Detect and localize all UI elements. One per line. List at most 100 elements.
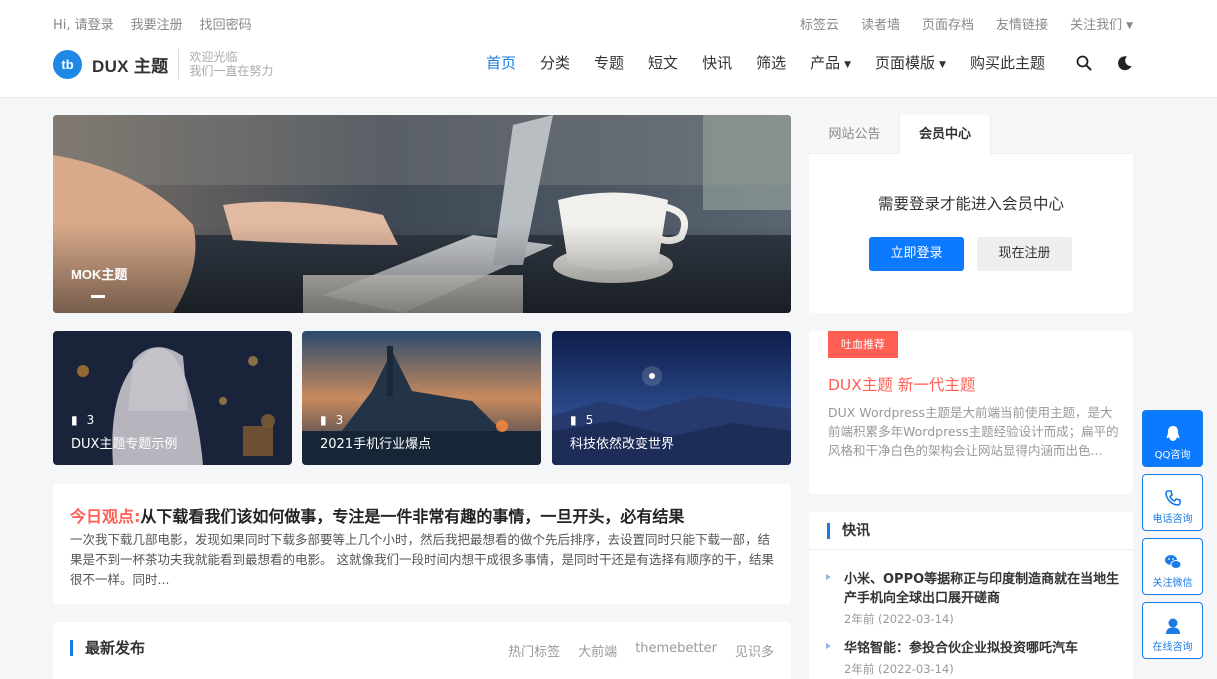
qq-consult-label: QQ咨询 (1154, 450, 1191, 461)
phone-icon (1164, 490, 1181, 506)
today-view-headline: 从下载看我们该如何做事，专注是一件非常有趣的事情，一旦开头，必有结果 (140, 507, 685, 526)
online-consult-button[interactable]: 在线咨询 (1142, 602, 1203, 659)
nav-item-page-templates[interactable]: 页面模版 ▼ (875, 52, 946, 73)
logo-name: DUX 主题 (92, 56, 169, 76)
slider-indicator[interactable] (91, 295, 105, 298)
hot-tags-link[interactable]: 热门标签 (508, 641, 560, 660)
insights-link[interactable]: 见识多 (735, 641, 774, 660)
top-menu: 标签云 读者墙 页面存档 友情链接 关注我们 ▼ (800, 14, 1133, 33)
logo-mark: tb (53, 49, 82, 79)
book-icon: ▮ (570, 413, 577, 427)
slogan-line-1: 欢迎光临 (189, 50, 238, 64)
readers-wall-link[interactable]: 读者墙 (861, 14, 900, 33)
topic-title: 科技依然改变世界 (570, 437, 675, 452)
bullet-icon (826, 643, 831, 649)
hero-slider[interactable]: MOK主题 (53, 115, 791, 313)
recommend-badge: 吐血推荐 (828, 331, 898, 358)
nav-item-short-posts[interactable]: 短文 (648, 52, 678, 73)
news-item[interactable]: 华铭智能：参投合伙企业拟投资哪吒汽车 2年前 (2022-03-14) (826, 639, 1126, 677)
news-item-date: 2年前 (2022-03-14) (844, 612, 954, 626)
news-header: 快讯 (809, 512, 1133, 550)
nav-item-topics[interactable]: 专题 (594, 52, 624, 73)
topic-card[interactable]: ▮ 3 DUX主题专题示例 (53, 331, 292, 465)
topic-post-count: ▮ 3 (320, 413, 343, 427)
latest-posts-title: 最新发布 (70, 640, 145, 656)
qq-consult-button[interactable]: QQ咨询 (1142, 410, 1203, 467)
nav-item-news[interactable]: 快讯 (702, 52, 732, 73)
today-view-excerpt: 一次我下载几部电影，发现如果同时下载多部要等上几个小时，然后我把最想看的做个先后… (70, 532, 774, 587)
tag-cloud-link[interactable]: 标签云 (800, 14, 839, 33)
nav-item-category[interactable]: 分类 (540, 52, 570, 73)
caret-down-icon: ▼ (844, 60, 852, 70)
topic-title: 2021手机行业爆点 (320, 437, 432, 452)
nav-item-page-templates-label: 页面模版 (875, 54, 936, 72)
recommend-description: DUX Wordpress主题是大前端当前使用主题，是大前端积累多年Wordpr… (828, 405, 1119, 458)
hero-image (53, 115, 791, 313)
register-button[interactable]: 现在注册 (977, 237, 1072, 271)
caret-down-icon: ▼ (939, 60, 946, 70)
login-button[interactable]: 立即登录 (869, 237, 964, 271)
caret-down-icon: ▼ (1126, 21, 1133, 31)
book-icon: ▮ (320, 413, 327, 427)
wechat-follow-button[interactable]: 关注微信 (1142, 538, 1203, 595)
dark-mode-icon[interactable] (1117, 55, 1133, 71)
news-title: 快讯 (827, 523, 870, 539)
qq-icon (1166, 426, 1179, 441)
news-item-title: 华铭智能：参投合伙企业拟投资哪吒汽车 (844, 641, 1079, 656)
login-required-message: 需要登录才能进入会员中心 (877, 195, 1064, 213)
topic-card[interactable]: ▮ 3 2021手机行业爆点 (302, 331, 541, 465)
register-link[interactable]: 我要注册 (131, 14, 183, 33)
nav-item-products[interactable]: 产品 ▼ (810, 52, 851, 73)
news-item-title: 小米、OPPO等据称正与印度制造商就在当地生产手机向全球出口展开磋商 (844, 572, 1120, 606)
today-view: 今日观点:从下载看我们该如何做事，专注是一件非常有趣的事情，一旦开头，必有结果 … (53, 484, 791, 604)
news-widget: 快讯 小米、OPPO等据称正与印度制造商就在当地生产手机向全球出口展开磋商 2年… (809, 512, 1133, 679)
archive-link[interactable]: 页面存档 (922, 14, 974, 33)
news-item-date: 2年前 (2022-03-14) (844, 662, 954, 676)
book-icon: ▮ (71, 413, 78, 427)
user-support-icon (1165, 618, 1180, 634)
nav-item-products-label: 产品 (810, 54, 841, 72)
topic-count-value: 5 (585, 413, 594, 427)
bullet-icon (826, 574, 831, 580)
news-item[interactable]: 小米、OPPO等据称正与印度制造商就在当地生产手机向全球出口展开磋商 2年前 (… (826, 570, 1126, 627)
topic-post-count: ▮ 3 (71, 413, 94, 427)
slogan-line-2: 我们一直在努力 (189, 64, 274, 78)
online-consult-label: 在线咨询 (1152, 642, 1193, 653)
nav-item-filter[interactable]: 筛选 (756, 52, 786, 73)
logo-divider (178, 49, 180, 79)
recommend-widget: 吐血推荐 DUX主题 新一代主题 DUX Wordpress主题是大前端当前使用… (809, 331, 1133, 494)
logo-slogan: 欢迎光临 我们一直在努力 (189, 50, 273, 78)
find-password-link[interactable]: 找回密码 (200, 14, 252, 33)
topic-count-value: 3 (86, 413, 95, 427)
site-logo[interactable]: tb DUX 主题 欢迎光临 我们一直在努力 (53, 49, 273, 79)
phone-consult-button[interactable]: 电话咨询 (1142, 474, 1203, 531)
friend-links-link[interactable]: 友情链接 (996, 14, 1048, 33)
topic-count-value: 3 (335, 413, 344, 427)
topic-title: DUX主题专题示例 (71, 437, 178, 452)
nav-item-buy-theme[interactable]: 购买此主题 (970, 52, 1045, 73)
follow-us-menu[interactable]: 关注我们 ▼ (1070, 14, 1133, 33)
themebetter-link[interactable]: themebetter (635, 641, 717, 660)
wechat-icon (1164, 555, 1181, 569)
main-nav: 首页 分类 专题 短文 快讯 筛选 产品 ▼ 页面模版 ▼ 购买此主题 (486, 52, 1045, 73)
member-tabs: 网站公告 会员中心 (809, 115, 1133, 155)
recommend-title[interactable]: DUX主题 新一代主题 (828, 373, 975, 395)
today-view-title[interactable]: 今日观点:从下载看我们该如何做事，专注是一件非常有趣的事情，一旦开头，必有结果 (70, 503, 684, 527)
search-icon[interactable] (1076, 55, 1092, 71)
nav-item-home[interactable]: 首页 (486, 52, 516, 73)
tab-member-center[interactable]: 会员中心 (899, 115, 991, 155)
user-links: Hi, 请登录 我要注册 找回密码 (53, 14, 252, 33)
site-header: Hi, 请登录 我要注册 找回密码 标签云 读者墙 页面存档 友情链接 关注我们… (0, 0, 1217, 98)
member-widget: 网站公告 会员中心 需要登录才能进入会员中心 立即登录 现在注册 (809, 115, 1133, 313)
follow-us-label: 关注我们 (1070, 18, 1123, 33)
phone-consult-label: 电话咨询 (1152, 514, 1193, 525)
topic-card[interactable]: ▮ 5 科技依然改变世界 (552, 331, 791, 465)
frontend-link[interactable]: 大前端 (578, 641, 617, 660)
topic-post-count: ▮ 5 (570, 413, 593, 427)
login-link[interactable]: Hi, 请登录 (53, 14, 114, 33)
hero-title: MOK主题 (71, 267, 128, 282)
tab-announcements[interactable]: 网站公告 (809, 115, 900, 154)
today-view-tag: 今日观点: (70, 507, 141, 526)
latest-posts: 最新发布 热门标签 大前端 themebetter 见识多 (53, 622, 791, 679)
wechat-follow-label: 关注微信 (1152, 578, 1193, 589)
